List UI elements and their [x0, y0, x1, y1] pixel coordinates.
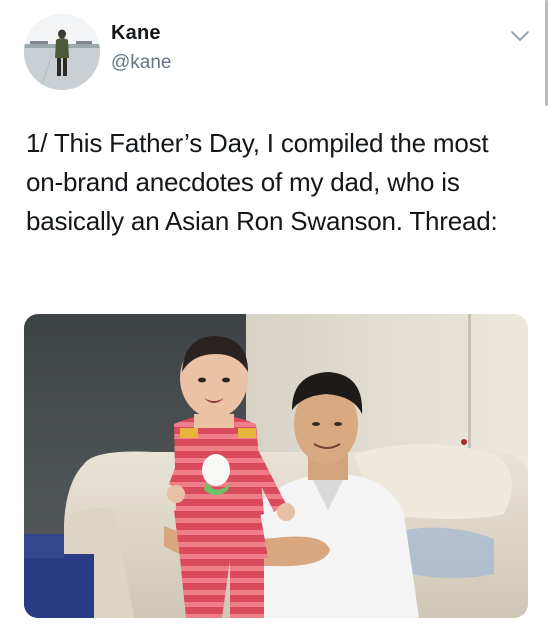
tweet-text: 1/ This Father’s Day, I compiled the mos…	[26, 128, 498, 236]
user-handle[interactable]: @kane	[111, 52, 172, 74]
avatar[interactable]	[24, 14, 100, 90]
avatar-photo-icon	[24, 14, 100, 90]
tweet-photo[interactable]	[24, 314, 528, 618]
photo-father-holding-baby-icon	[24, 314, 528, 618]
tweet-card: Kane @kane 1/ This Father’s Day, I compi…	[0, 0, 552, 640]
chevron-down-icon[interactable]	[509, 28, 531, 44]
scrollbar[interactable]	[545, 0, 548, 106]
display-name[interactable]: Kane	[111, 22, 161, 45]
